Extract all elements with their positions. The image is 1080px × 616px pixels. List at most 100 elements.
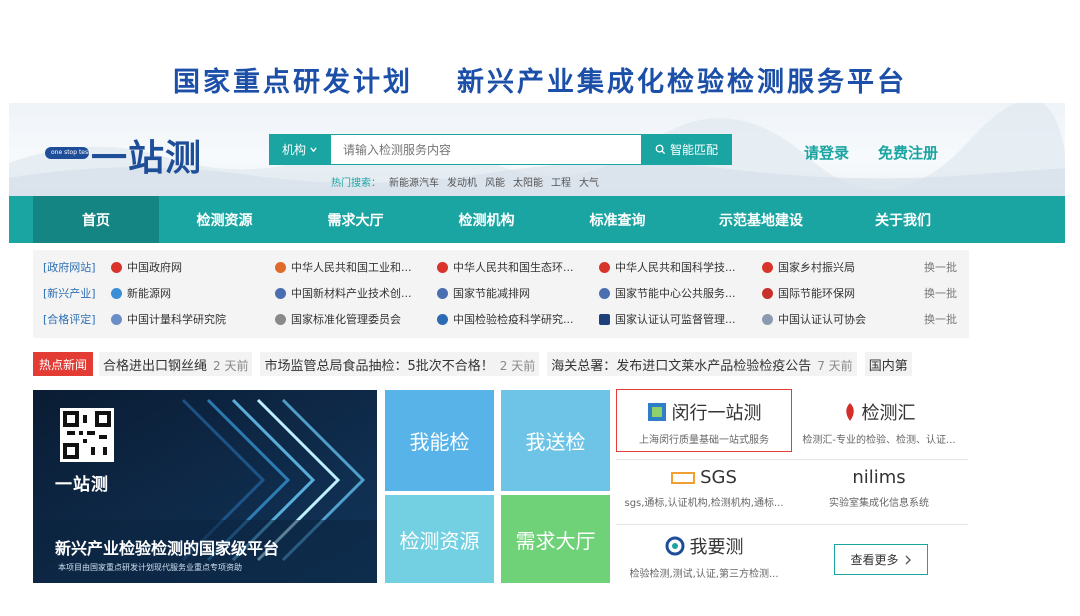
search-icon xyxy=(655,144,666,155)
hot-term[interactable]: 大气 xyxy=(579,174,599,189)
hot-news-ticker: 热点新闻 合格进出口钢丝绳 2 天前 市场监管总局食品抽检：5批次不合格！ 2 天前… xyxy=(33,352,969,376)
link-item[interactable]: 中国检验检疫科学研究... xyxy=(437,311,574,327)
nav-about-us[interactable]: 关于我们 xyxy=(839,196,967,243)
association-icon xyxy=(762,313,773,325)
partner-nilims[interactable]: nilims 实验室集成化信息系统 xyxy=(794,467,964,509)
tile-test-resources[interactable]: 检测资源 xyxy=(385,495,494,583)
link-item[interactable]: 国家标准化管理委员会 xyxy=(275,311,401,327)
emblem-icon xyxy=(762,261,773,273)
partner-desc: 检验检测,测试,认证,第三方检测... xyxy=(629,569,779,580)
login-link[interactable]: 请登录 xyxy=(804,142,849,163)
refresh-links-button[interactable]: 换一批 xyxy=(924,285,957,301)
link-item[interactable]: 中华人民共和国工业和... xyxy=(275,259,412,275)
link-item[interactable]: 中华人民共和国生态环... xyxy=(437,259,574,275)
hot-news-tag: 热点新闻 xyxy=(33,352,94,376)
chevron-down-icon xyxy=(310,147,317,153)
qr-code xyxy=(60,408,114,462)
slogan-left: 国家重点研发计划 xyxy=(173,67,413,98)
link-item[interactable]: 国家乡村振兴局 xyxy=(762,259,855,275)
link-item[interactable]: 国家节能中心公共服务... xyxy=(599,285,736,301)
link-row-conformity: [合格评定] 中国计量科学研究院 国家标准化管理委员会 中国检验检疫科学研究..… xyxy=(33,304,969,330)
partner-desc: 实验室集成化信息系统 xyxy=(829,498,929,509)
partner-woyaoce[interactable]: 我要测 检验检测,测试,认证,第三方检测... xyxy=(619,533,789,580)
hero-banner[interactable]: 一站测 新兴产业检验检测的国家级平台 本项目由国家重点研发计划现代服务业重点专项… xyxy=(33,390,377,583)
news-item[interactable]: 市场监管总局食品抽检：5批次不合格！ 2 天前 xyxy=(260,352,540,376)
view-more-button[interactable]: 查看更多 xyxy=(834,544,928,575)
hot-term[interactable]: 工程 xyxy=(551,174,571,189)
site-logo[interactable]: one stop test 一站测 xyxy=(45,129,205,179)
search-category-select[interactable]: 机构 xyxy=(269,134,331,165)
emblem-icon xyxy=(599,261,610,273)
link-item[interactable]: 中华人民共和国科学技... xyxy=(599,259,736,275)
minhang-logo-icon xyxy=(647,403,666,421)
cnca-icon xyxy=(599,313,610,325)
site-frame: one stop test 一站测 机构 智能匹配 热门搜索： 新能源汽车 发动… xyxy=(9,103,1065,616)
metrology-icon xyxy=(111,313,122,325)
link-item[interactable]: 中国认证认可协会 xyxy=(762,311,866,327)
banner-headline: 新兴产业检验检测的国家级平台 xyxy=(55,539,280,558)
news-item[interactable]: 合格进出口钢丝绳 2 天前 xyxy=(99,352,253,376)
woyaoce-logo-icon xyxy=(665,536,684,556)
hot-term[interactable]: 发动机 xyxy=(447,174,477,189)
nav-demand-hall[interactable]: 需求大厅 xyxy=(290,196,421,243)
nav-test-resources[interactable]: 检测资源 xyxy=(159,196,290,243)
partner-jiancehui[interactable]: 检测汇 检测汇-专业的检验、检测、认证... xyxy=(794,399,964,446)
smart-match-button[interactable]: 智能匹配 xyxy=(641,134,732,165)
search-input[interactable] xyxy=(331,134,641,165)
news-item[interactable]: 国内第 xyxy=(864,352,912,376)
register-link[interactable]: 免费注册 xyxy=(878,142,938,163)
miit-icon xyxy=(275,261,286,273)
qr-code-pattern xyxy=(63,411,111,459)
nav-standard-query[interactable]: 标准查询 xyxy=(552,196,683,243)
link-category: [政府网站] xyxy=(43,261,96,274)
slogan-right: 新兴产业集成化检验检测服务平台 xyxy=(457,67,907,98)
logo-mark-text: one stop test xyxy=(51,149,91,156)
partner-name: 闵行一站测 xyxy=(619,399,789,425)
partner-name: 我要测 xyxy=(619,533,789,559)
link-item[interactable]: 中国新材料产业技术创... xyxy=(275,285,412,301)
link-row-emerging: [新兴产业] 新能源网 中国新材料产业技术创... 国家节能减排网 国家节能中心… xyxy=(33,278,969,304)
partner-name: 检测汇 xyxy=(794,399,964,425)
link-item[interactable]: 中国政府网 xyxy=(111,259,182,275)
header: one stop test 一站测 机构 智能匹配 热门搜索： 新能源汽车 发动… xyxy=(9,103,1065,196)
smart-match-label: 智能匹配 xyxy=(669,143,718,157)
globe-icon xyxy=(437,287,448,299)
link-item[interactable]: 新能源网 xyxy=(111,285,171,301)
hot-term[interactable]: 新能源汽车 xyxy=(389,174,439,189)
hot-term[interactable]: 风能 xyxy=(485,174,505,189)
nav-demo-base[interactable]: 示范基地建设 xyxy=(683,196,839,243)
partner-minhang[interactable]: 闵行一站测 上海闵行质量基础一站式服务 xyxy=(619,399,789,446)
tile-can-test[interactable]: 我能检 xyxy=(385,390,494,491)
news-item[interactable]: 海关总署：发布进口文莱水产品检验检疫公告 7 天前 xyxy=(547,352,857,376)
banner-brand: 一站测 xyxy=(55,475,109,495)
logo-word: 一站测 xyxy=(91,138,203,179)
hot-search: 热门搜索： 新能源汽车 发动机 风能 太阳能 工程 大气 xyxy=(331,174,599,189)
emblem-icon xyxy=(437,261,448,273)
partner-desc: sgs,通标,认证机构,检测机构,通标... xyxy=(624,498,784,509)
sgs-logo-icon xyxy=(671,471,696,484)
link-item[interactable]: 中国计量科学研究院 xyxy=(111,311,226,327)
standard-icon xyxy=(275,313,286,325)
slogan: 国家重点研发计划 新兴产业集成化检验检测服务平台 xyxy=(0,60,1080,99)
chevron-right-icon xyxy=(905,555,911,564)
link-item[interactable]: 国际节能环保网 xyxy=(762,285,855,301)
link-item[interactable]: 国家节能减排网 xyxy=(437,285,530,301)
divider xyxy=(616,459,968,460)
link-category: [合格评定] xyxy=(43,313,96,326)
tile-send-test[interactable]: 我送检 xyxy=(501,390,610,491)
link-category: [新兴产业] xyxy=(43,287,96,300)
nav-test-institutions[interactable]: 检测机构 xyxy=(421,196,552,243)
main-nav: 首页 检测资源 需求大厅 检测机构 标准查询 示范基地建设 关于我们 xyxy=(9,196,1065,243)
partner-sgs[interactable]: SGS sgs,通标,认证机构,检测机构,通标... xyxy=(619,467,789,509)
refresh-links-button[interactable]: 换一批 xyxy=(924,311,957,327)
tile-demand-hall[interactable]: 需求大厅 xyxy=(501,495,610,583)
hot-search-label: 热门搜索： xyxy=(331,178,381,189)
partner-name: nilims xyxy=(852,467,906,488)
banner-subtitle: 本项目由国家重点研发计划现代服务业重点专项资助 xyxy=(58,563,242,572)
eco-icon xyxy=(762,287,773,299)
partner-desc: 上海闵行质量基础一站式服务 xyxy=(639,435,769,446)
nav-home[interactable]: 首页 xyxy=(33,196,159,243)
refresh-links-button[interactable]: 换一批 xyxy=(924,259,957,275)
hot-term[interactable]: 太阳能 xyxy=(513,174,543,189)
link-item[interactable]: 国家认证认可监督管理... xyxy=(599,311,736,327)
